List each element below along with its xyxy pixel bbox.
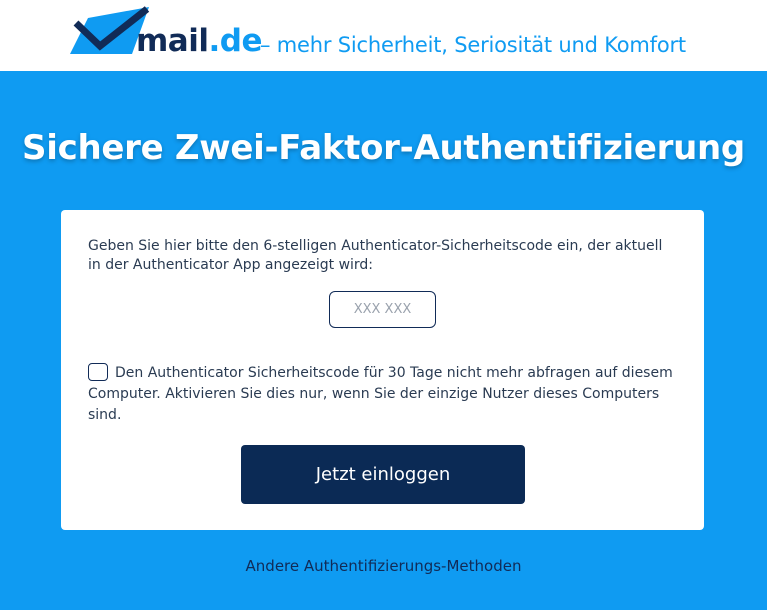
logo-name: mail <box>136 23 209 59</box>
remember-device-checkbox[interactable] <box>88 363 108 381</box>
logo-wordmark: mail.de <box>136 23 262 59</box>
login-button[interactable]: Jetzt einloggen <box>241 445 525 504</box>
logo-tld: .de <box>208 23 262 59</box>
instructions-text: Geben Sie hier bitte den 6-stelligen Aut… <box>88 238 663 273</box>
remember-device-label: Den Authenticator Sicherheitscode für 30… <box>88 365 673 423</box>
other-auth-methods-link[interactable]: Andere Authentifizierungs-Methoden <box>0 556 767 576</box>
page-title: Sichere Zwei-Faktor-Authentifizierung <box>22 128 745 168</box>
header: mail.de – mehr Sicherheit, Seriosität un… <box>0 0 767 71</box>
two-factor-form-card: Geben Sie hier bitte den 6-stelligen Aut… <box>61 210 704 530</box>
remember-device-option: Den Authenticator Sicherheitscode für 30… <box>88 363 678 426</box>
authenticator-code-input[interactable] <box>329 291 436 328</box>
slogan: – mehr Sicherheit, Seriosität und Komfor… <box>260 33 686 57</box>
mail-de-logo[interactable]: mail.de <box>70 6 262 59</box>
